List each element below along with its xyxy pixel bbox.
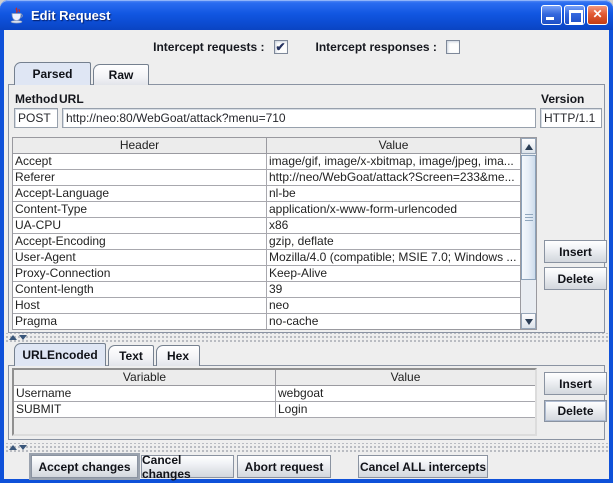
version-label: Version — [541, 92, 584, 106]
java-app-icon — [8, 7, 25, 24]
collapse-up-icon[interactable] — [9, 335, 17, 340]
titlebar[interactable]: Edit Request — [0, 0, 613, 30]
params-table: Variable Value Usernamewebgoat SUBMITLog… — [14, 370, 535, 434]
table-row[interactable]: Pragmano-cache — [13, 314, 520, 330]
maximize-button[interactable] — [564, 5, 585, 25]
headers-col-value[interactable]: Value — [267, 138, 520, 154]
url-label: URL — [59, 92, 84, 106]
table-row[interactable]: Accept-Encodinggzip, deflate — [13, 234, 520, 250]
urlencoded-panel: Variable Value Usernamewebgoat SUBMITLog… — [8, 365, 605, 440]
intercept-requests-checkbox[interactable]: ✔ — [274, 40, 288, 54]
headers-insert-button[interactable]: Insert — [544, 240, 607, 263]
params-col-value[interactable]: Value — [276, 370, 535, 386]
headers-col-header[interactable]: Header — [13, 138, 267, 154]
tab-text[interactable]: Text — [108, 345, 154, 366]
intercept-responses-checkbox[interactable] — [446, 40, 460, 54]
cancel-all-intercepts-button[interactable]: Cancel ALL intercepts — [358, 455, 488, 478]
scroll-up-icon[interactable] — [521, 138, 536, 154]
table-row[interactable]: Content-length39 — [13, 282, 520, 298]
table-row[interactable]: Content-Typeapplication/x-www-form-urlen… — [13, 202, 520, 218]
edit-request-window: Edit Request Intercept requests : ✔ Inte… — [0, 0, 613, 483]
table-row[interactable]: SUBMITLogin — [14, 402, 535, 418]
table-row[interactable]: Hostneo — [13, 298, 520, 314]
params-col-variable[interactable]: Variable — [14, 370, 276, 386]
table-row[interactable]: Acceptimage/gif, image/x-xbitmap, image/… — [13, 154, 520, 170]
scrollbar-thumb[interactable] — [521, 155, 536, 280]
tab-parsed[interactable]: Parsed — [14, 62, 91, 85]
dialog-content: Intercept requests : ✔ Intercept respons… — [4, 30, 609, 479]
table-row[interactable]: Proxy-ConnectionKeep-Alive — [13, 266, 520, 282]
headers-delete-button[interactable]: Delete — [544, 267, 607, 290]
url-input[interactable]: http://neo:80/WebGoat/attack?menu=710 — [62, 108, 536, 128]
minimize-button[interactable] — [541, 5, 562, 25]
tab-urlencoded[interactable]: URLEncoded — [14, 343, 106, 366]
headers-scrollpane: Header Value Acceptimage/gif, image/x-xb… — [12, 137, 537, 330]
window-title: Edit Request — [31, 8, 110, 23]
collapse-down-icon[interactable] — [19, 445, 27, 450]
scroll-down-icon[interactable] — [521, 313, 536, 329]
table-row[interactable]: Usernamewebgoat — [14, 386, 535, 402]
params-scrollpane: Variable Value Usernamewebgoat SUBMITLog… — [12, 368, 537, 436]
parsed-request-panel: Method URL Version POST http://neo:80/We… — [8, 84, 605, 333]
collapse-down-icon[interactable] — [19, 335, 27, 340]
version-input[interactable]: HTTP/1.1 — [540, 108, 602, 128]
intercept-responses-label: Intercept responses : — [316, 40, 437, 54]
table-row[interactable]: UA-CPUx86 — [13, 218, 520, 234]
split-divider[interactable] — [4, 333, 609, 342]
table-row[interactable]: Refererhttp://neo/WebGoat/attack?Screen=… — [13, 170, 520, 186]
tab-raw[interactable]: Raw — [93, 64, 149, 85]
tab-hex[interactable]: Hex — [156, 345, 200, 366]
close-button[interactable] — [587, 5, 608, 25]
params-delete-button[interactable]: Delete — [544, 400, 607, 422]
params-insert-button[interactable]: Insert — [544, 372, 607, 395]
table-row[interactable]: User-AgentMozilla/4.0 (compatible; MSIE … — [13, 250, 520, 266]
cancel-changes-button[interactable]: Cancel changes — [141, 455, 234, 478]
accept-changes-button[interactable]: Accept changes — [31, 455, 138, 478]
headers-scrollbar[interactable] — [520, 138, 536, 329]
collapse-up-icon[interactable] — [9, 445, 17, 450]
table-row[interactable]: Accept-Languagenl-be — [13, 186, 520, 202]
split-divider-bottom[interactable] — [4, 443, 609, 452]
intercept-requests-label: Intercept requests : — [153, 40, 264, 54]
headers-table: Header Value Acceptimage/gif, image/x-xb… — [13, 138, 520, 329]
intercept-options: Intercept requests : ✔ Intercept respons… — [4, 35, 609, 59]
method-label: Method — [15, 92, 58, 106]
abort-request-button[interactable]: Abort request — [237, 455, 331, 478]
method-input[interactable]: POST — [14, 108, 58, 128]
